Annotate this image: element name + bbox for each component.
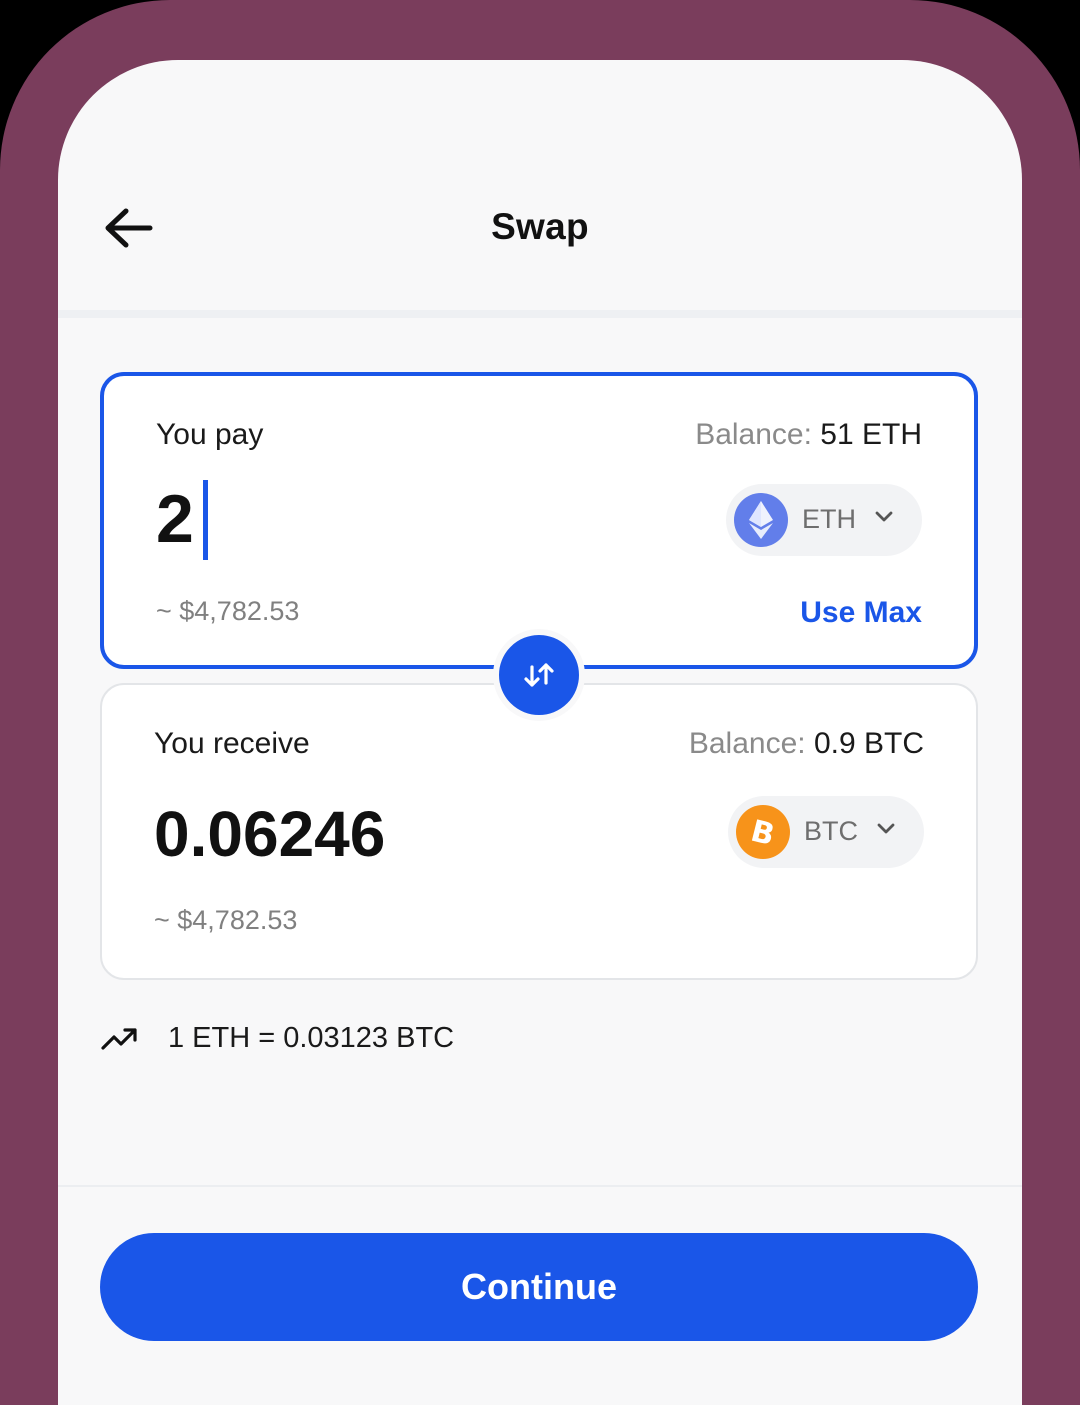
exchange-rate: 1 ETH = 0.03123 BTC: [100, 1022, 454, 1055]
header-divider: [58, 310, 1022, 318]
ethereum-icon: [734, 493, 788, 547]
text-cursor: [203, 480, 208, 560]
pay-balance-value: 51 ETH: [820, 418, 922, 451]
pay-card[interactable]: You pay Balance: 51 ETH 2 ETH ~ $4,782.5…: [100, 372, 978, 669]
receive-card: You receive Balance: 0.9 BTC 0.06246 B B…: [100, 683, 978, 980]
receive-balance: Balance: 0.9 BTC: [689, 727, 924, 761]
receive-label: You receive: [154, 727, 310, 760]
header: Swap: [58, 60, 1022, 310]
footer-divider: [58, 1185, 1022, 1187]
chevron-down-icon: [877, 823, 895, 834]
svg-text:B: B: [748, 815, 778, 849]
swap-arrows-icon: [524, 663, 554, 687]
receive-balance-label: Balance:: [688, 727, 806, 760]
pay-amount-input[interactable]: 2: [156, 480, 194, 558]
bitcoin-icon: B: [736, 805, 790, 859]
continue-button[interactable]: Continue: [100, 1233, 978, 1341]
swap-direction-button[interactable]: [493, 629, 585, 721]
receive-balance-value: 0.9 BTC: [813, 727, 924, 760]
use-max-button[interactable]: Use Max: [800, 596, 922, 630]
receive-token-selector[interactable]: B BTC: [728, 796, 924, 868]
pay-label: You pay: [156, 418, 264, 451]
pay-fiat-value: ~ $4,782.53: [156, 596, 300, 626]
trending-up-icon: [101, 1027, 137, 1050]
receive-fiat-value: ~ $4,782.53: [154, 905, 298, 935]
chevron-down-icon: [875, 511, 893, 522]
receive-amount: 0.06246: [154, 798, 386, 870]
pay-token-name: ETH: [802, 504, 856, 534]
receive-token-name: BTC: [804, 816, 858, 846]
pay-token-selector[interactable]: ETH: [726, 484, 922, 556]
pay-balance-label: Balance:: [695, 418, 812, 451]
page-title: Swap: [491, 206, 589, 247]
swap-screen: Swap You pay Balance: 51 ETH 2 ETH ~ $4,…: [58, 60, 1022, 1405]
pay-balance: Balance: 51 ETH: [695, 418, 922, 452]
exchange-rate-text: 1 ETH = 0.03123 BTC: [168, 1022, 455, 1054]
